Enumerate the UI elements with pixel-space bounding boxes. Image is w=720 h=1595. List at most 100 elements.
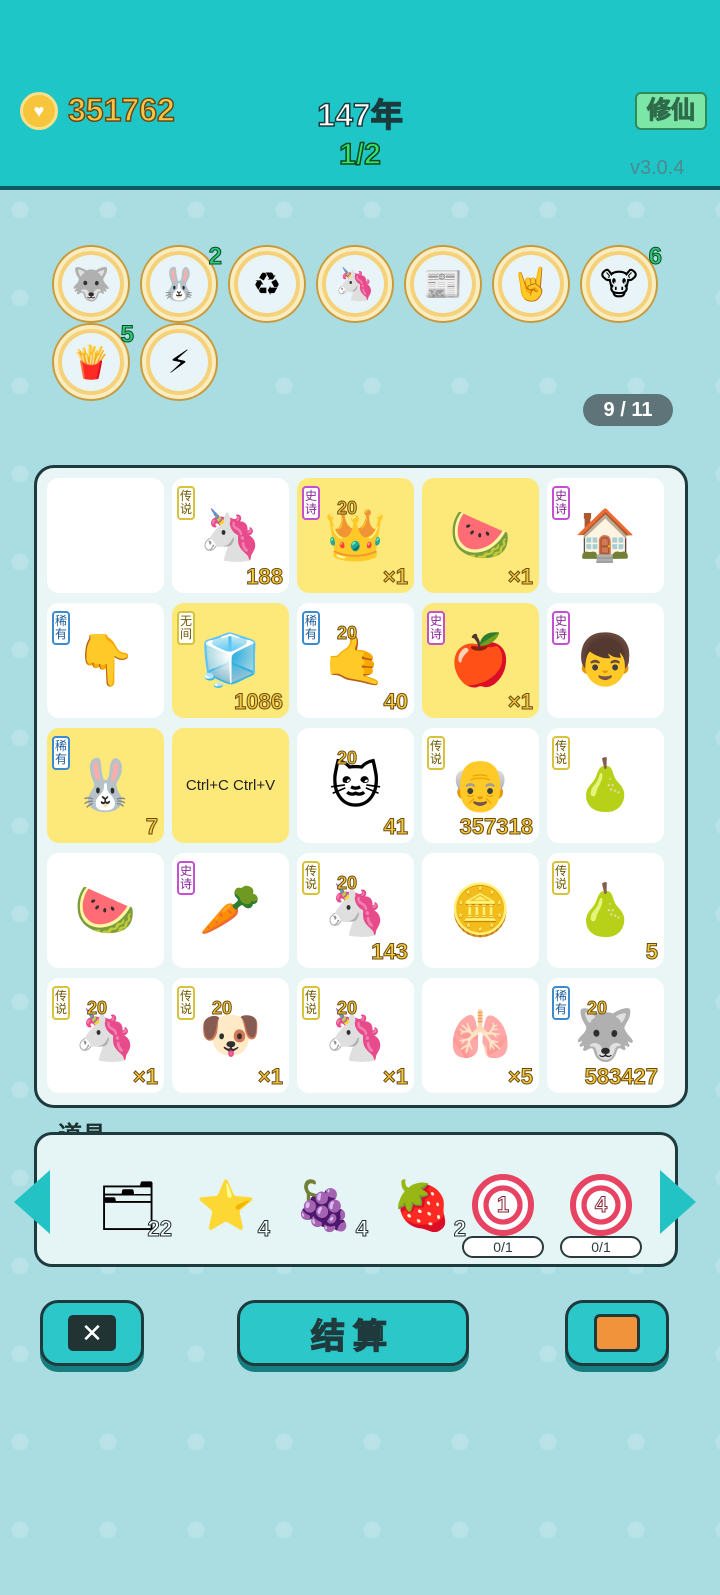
year-counter: 147年 [317, 96, 404, 134]
prop-count: 2 [453, 1216, 466, 1242]
rarity-tag: 无间 [177, 611, 195, 645]
rarity-tag: 稀有 [52, 611, 70, 645]
rabbit-icon: 🐰 [150, 255, 208, 313]
settle-button[interactable]: 结算 [237, 1300, 469, 1366]
relic-count: 6 [648, 243, 662, 271]
symbol-icon: 🍐 [574, 882, 637, 938]
relic-unicorn-icon[interactable]: 🦄 [318, 247, 392, 321]
board-cell[interactable] [47, 478, 164, 593]
symbol-icon: 🍉 [449, 507, 512, 563]
prop-lychee-icon[interactable]: 🍇 4 [284, 1160, 368, 1250]
target-item[interactable]: 4 0/1 [560, 1160, 642, 1258]
board-cell[interactable]: 👑 史诗 20 ×1 [297, 478, 414, 593]
prop-count: 4 [257, 1216, 270, 1242]
board-cell[interactable]: 🦄 传说 20 143 [297, 853, 414, 968]
relic-rock-hand-icon[interactable]: 🤘 [494, 247, 568, 321]
cell-value: 583427 [584, 1064, 658, 1090]
relic-husky-icon[interactable]: 🐺 [54, 247, 128, 321]
relic-cows-icon[interactable]: 🐮 6 [582, 243, 663, 321]
relic-recycle-icon[interactable]: ♻ [230, 247, 304, 321]
relic-rabbit-icon[interactable]: 🐰 2 [142, 243, 223, 321]
rarity-tag: 传说 [302, 986, 320, 1020]
board-cell[interactable]: 🦄 传说 20 ×1 [297, 978, 414, 1093]
board-cell[interactable]: 🐰 稀有 7 [47, 728, 164, 843]
cell-value: 188 [246, 564, 284, 590]
cows-icon: 🐮 [590, 255, 648, 313]
page-indicator: 9 / 11 [583, 394, 673, 426]
cell-value: 7 [145, 814, 158, 840]
target-item[interactable]: 1 0/1 [462, 1160, 544, 1258]
symbol-icon: 🐰 [74, 757, 137, 813]
board-cell[interactable]: 🍐 传说 5 [547, 853, 664, 968]
board-cell[interactable]: 🍉 ×1 [422, 478, 539, 593]
coin-bonus-badge: 20 [336, 498, 358, 519]
rarity-tag: 史诗 [552, 611, 570, 645]
symbol-icon: 🧊 [199, 632, 262, 688]
cell-value: ×1 [507, 564, 533, 590]
rarity-tag: 传说 [177, 486, 195, 520]
delete-icon: ✕ [68, 1315, 116, 1351]
board-cell[interactable]: 🍐 传说 [547, 728, 664, 843]
cell-value: ×1 [507, 689, 533, 715]
prop-star-icon[interactable]: ⭐ 4 [186, 1160, 270, 1250]
board-cell[interactable]: 🧊 无间 1086 [172, 603, 289, 718]
cell-value: ×1 [257, 1064, 283, 1090]
rock-hand-icon: 🤘 [502, 255, 560, 313]
coin-bonus-badge: 20 [336, 873, 358, 894]
top-bar: ♥ 351762 147年 1/2 修仙 v3.0.4 [0, 0, 720, 190]
board-cell[interactable]: 🐱 20 41 [297, 728, 414, 843]
board-cell[interactable]: 🐶 传说 20 ×1 [172, 978, 289, 1093]
board-cell[interactable]: 🪙 [422, 853, 539, 968]
board-cell[interactable]: 👇 稀有 [47, 603, 164, 718]
board-cell[interactable]: 🫁 ×5 [422, 978, 539, 1093]
lychee-icon: 🍇 [294, 1179, 354, 1233]
coin-bonus-badge: 20 [86, 998, 108, 1019]
cell-value: ×5 [507, 1064, 533, 1090]
scroll-left-arrow-icon[interactable] [14, 1170, 50, 1234]
rarity-tag: 史诗 [302, 486, 320, 520]
target-icon: 4 [570, 1174, 632, 1236]
cell-value: 1086 [234, 689, 284, 715]
board-cell[interactable]: 🍎 史诗 ×1 [422, 603, 539, 718]
rarity-tag: 稀有 [302, 611, 320, 645]
relic-lightning-icon[interactable]: ⚡ [142, 325, 216, 399]
symbol-icon: 🍎 [449, 632, 512, 688]
rarity-tag: 传说 [52, 986, 70, 1020]
rarity-tag: 稀有 [552, 986, 570, 1020]
board-cell[interactable]: 🦄 传说 188 [172, 478, 289, 593]
symbol-icon: 👴 [449, 757, 512, 813]
rarity-tag: 传说 [552, 861, 570, 895]
star-icon: ⭐ [196, 1179, 256, 1233]
board-cell[interactable]: 🏠 史诗 [547, 478, 664, 593]
prop-count: 4 [355, 1216, 368, 1242]
rarity-tag: 史诗 [552, 486, 570, 520]
remove-button[interactable]: ✕ [40, 1300, 144, 1366]
rarity-tag: 传说 [427, 736, 445, 770]
relic-time-magazine-icon[interactable]: 📰 [406, 247, 480, 321]
cell-value: ×1 [382, 1064, 408, 1090]
board-cell[interactable]: 🐺 稀有 20 583427 [547, 978, 664, 1093]
coin-bonus-badge: 20 [586, 998, 608, 1019]
scroll-right-arrow-icon[interactable] [660, 1170, 696, 1234]
prop-cards-icon[interactable]: 🗂 22 [88, 1160, 173, 1250]
board-cell[interactable]: 🤙 稀有 20 40 [297, 603, 414, 718]
cultivation-button[interactable]: 修仙 [635, 92, 707, 130]
coin-bonus-badge: 20 [336, 748, 358, 769]
prop-count: 22 [147, 1216, 173, 1242]
rarity-tag: 传说 [552, 736, 570, 770]
board-cell[interactable]: 👦 史诗 [547, 603, 664, 718]
inventory-button[interactable] [565, 1300, 669, 1366]
board-cell[interactable]: 👴 传说 357318 [422, 728, 539, 843]
board-cell[interactable]: 🥕 史诗 [172, 853, 289, 968]
round-counter: 1/2 [338, 137, 381, 172]
prop-strawberry-icon[interactable]: 🍓 2 [382, 1160, 466, 1250]
relic-fries-icon[interactable]: 🍟 5 [54, 321, 135, 399]
board-cell[interactable]: 🍉 [47, 853, 164, 968]
rarity-tag: 传说 [302, 861, 320, 895]
relic-count: 5 [120, 321, 134, 349]
cell-value: 41 [383, 814, 409, 840]
board-cell[interactable]: 🦄 传说 20 ×1 [47, 978, 164, 1093]
board-cell[interactable]: Ctrl+C Ctrl+V [172, 728, 289, 843]
game-board: 🦄 传说 188 👑 史诗 20 ×1 🍉 ×1 🏠 史诗 👇 稀有 🧊 无间 1086 🤙 稀有 20 40 🍎 史诗 ×… [34, 465, 688, 1108]
symbol-icon: 🍐 [574, 757, 637, 813]
